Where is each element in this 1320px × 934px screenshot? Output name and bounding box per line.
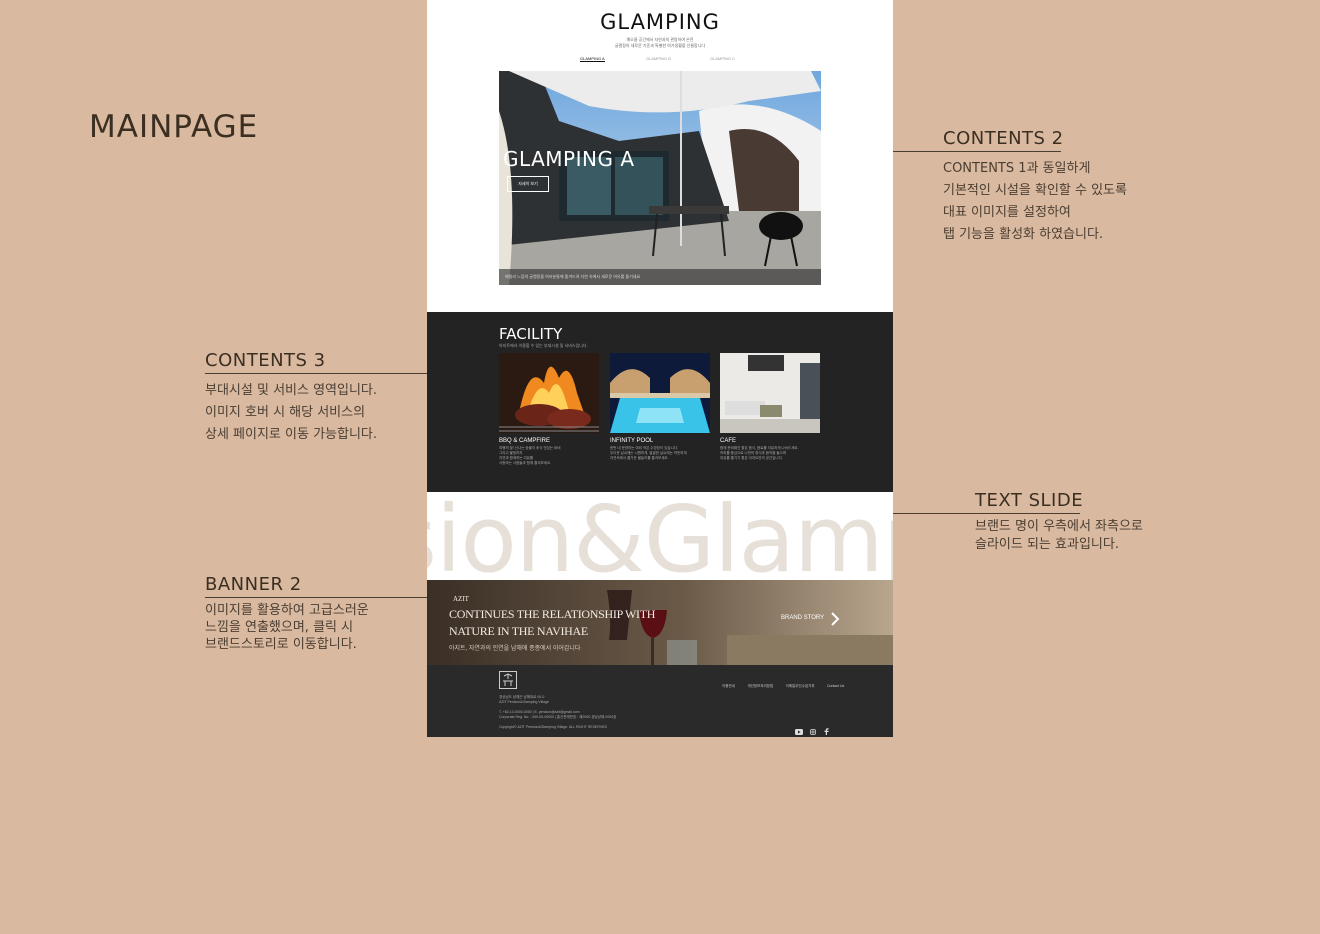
note-title: TEXT SLIDE bbox=[975, 490, 1084, 511]
youtube-icon[interactable] bbox=[795, 722, 803, 737]
facility-title: FACILITY bbox=[499, 325, 563, 343]
card-name: BBQ & CAMPFIRE bbox=[499, 438, 551, 444]
card-desc: 함께 준비돼진 좋은 음식, 음료를 자유하게 나눠드세요. 커피를 중심으로 … bbox=[720, 446, 799, 460]
facility-subtitle: 아지트에서 이용할 수 있는 부대시설 및 서비스입니다. bbox=[499, 343, 588, 348]
note-text-slide: TEXT SLIDE 브랜드 명이 우측에서 좌측으로 슬라이드 되는 효과입니… bbox=[975, 490, 1143, 554]
banner-2-section[interactable]: AZIT CONTINUES THE RELATIONSHIP WITH NAT… bbox=[427, 580, 893, 665]
footer-nav-item[interactable]: 이메일무단수집거부 bbox=[786, 684, 815, 688]
tagline: 해오름 공간에서 자연과의 관람하여 온전 글램핑의 새로운 기준과 특별한 여… bbox=[614, 37, 706, 48]
note-title: CONTENTS 2 bbox=[943, 128, 1064, 149]
text-slide-section: sion&Glamp bbox=[427, 492, 893, 580]
card-name: CAFE bbox=[720, 438, 737, 444]
glamping-tabs: GLAMPING A GLAMPING B GLAMPING C bbox=[562, 56, 762, 64]
hero-image[interactable]: GLAMPING A 자세히 보기 패밀리 느낌의 글램핑을 여러분들께 즐겨드… bbox=[499, 71, 821, 285]
mainpage-mockup: GLAMPING 해오름 공간에서 자연과의 관람하여 온전 글램핑의 새로운 … bbox=[427, 0, 893, 737]
banner-korean-text: 아지트, 자연과의 인연을 남해에 종종에서 이어갑니다 bbox=[449, 646, 581, 652]
connector-line bbox=[205, 373, 427, 374]
note-contents-2: CONTENTS 2 CONTENTS 1과 동일하게 기본적인 시설을 확인할… bbox=[943, 128, 1127, 246]
note-body: 이미지를 활용하여 고급스러운 느낌을 연출했으며, 클릭 시 브랜드스토리로 … bbox=[205, 603, 369, 652]
footer: 경상남도 남해군 남해대로 00-0 AZIT Pension&Glamping… bbox=[427, 665, 893, 737]
card-name: INFINITY POOL bbox=[610, 438, 654, 444]
banner-headline: CONTINUES THE RELATIONSHIP WITH NATURE I… bbox=[449, 607, 656, 638]
footer-logo[interactable] bbox=[499, 671, 517, 689]
footer-nav-item[interactable]: Contact Us bbox=[827, 684, 844, 688]
tab-glamping-c[interactable]: GLAMPING C bbox=[710, 56, 735, 61]
note-contents-3: CONTENTS 3 부대시설 및 서비스 영역입니다. 이미지 호버 시 해당… bbox=[205, 350, 377, 446]
hero-caption: 패밀리 느낌의 글램핑을 여러분들께 즐겨드려 자연 속에서 새로운 여유를 즐… bbox=[499, 269, 821, 285]
footer-nav-item[interactable]: 개인정보처리방침 bbox=[747, 684, 773, 688]
connector-line bbox=[205, 597, 427, 598]
pool-image bbox=[610, 353, 710, 433]
facility-section: FACILITY 아지트에서 이용할 수 있는 부대시설 및 서비스입니다. B… bbox=[427, 312, 893, 492]
note-body: 브랜드 명이 우측에서 좌측으로 슬라이드 되는 효과입니다. bbox=[975, 519, 1143, 552]
social-links bbox=[795, 722, 832, 737]
footer-info: 경상남도 남해군 남해대로 00-0 AZIT Pension&Glamping… bbox=[499, 695, 617, 729]
connector-line bbox=[893, 513, 1080, 514]
note-title: CONTENTS 3 bbox=[205, 350, 326, 371]
facility-card-pool[interactable]: INFINITY POOL 한번 내 문양하는 야외 작은 수영장이 있습니다.… bbox=[610, 353, 710, 461]
page-heading: MAINPAGE bbox=[89, 108, 259, 145]
note-banner-2: BANNER 2 이미지를 활용하여 고급스러운 느낌을 연출했으며, 클릭 시… bbox=[205, 574, 369, 653]
connector-line bbox=[893, 151, 1061, 152]
instagram-icon[interactable] bbox=[810, 722, 817, 737]
facility-card-cafe[interactable]: CAFE 함께 준비돼진 좋은 음식, 음료를 자유하게 나눠드세요. 커피를 … bbox=[720, 353, 820, 461]
footer-nav-item[interactable]: 이용안내 bbox=[722, 684, 735, 688]
cafe-image bbox=[720, 353, 820, 433]
tab-glamping-a[interactable]: GLAMPING A bbox=[580, 56, 605, 62]
facility-card-bbq[interactable]: BBQ & CAMPFIRE 여행의 꽃! 신나는 숯불이 후식 맛있는 바비 … bbox=[499, 353, 599, 466]
logo-mark-icon bbox=[503, 673, 513, 686]
note-body: CONTENTS 1과 동일하게 기본적인 시설을 확인할 수 있도록 대표 이… bbox=[943, 161, 1127, 242]
bbq-image bbox=[499, 353, 599, 433]
brand-story-link[interactable]: BRAND STORY bbox=[781, 615, 824, 621]
banner-small-text: AZIT bbox=[453, 595, 469, 603]
note-title: BANNER 2 bbox=[205, 574, 302, 595]
note-body: 부대시설 및 서비스 영역입니다. 이미지 호버 시 해당 서비스의 상세 페이… bbox=[205, 383, 378, 442]
contents-2-section: GLAMPING 해오름 공간에서 자연과의 관람하여 온전 글램핑의 새로운 … bbox=[427, 0, 893, 312]
hero-title: GLAMPING A bbox=[503, 147, 635, 171]
slide-text: sion&Glamp bbox=[427, 492, 893, 580]
hero-more-button[interactable]: 자세히 보기 bbox=[507, 176, 549, 192]
brand-logo[interactable]: GLAMPING bbox=[427, 10, 893, 34]
card-desc: 한번 내 문양하는 야외 작은 수영장이 있습니다. 무더운 날씨에는 시원하게… bbox=[610, 446, 687, 460]
tab-glamping-b[interactable]: GLAMPING B bbox=[646, 56, 671, 61]
chevron-right-icon[interactable] bbox=[829, 611, 841, 627]
facebook-icon[interactable] bbox=[824, 722, 829, 737]
card-desc: 여행의 꽃! 신나는 숯불이 후식 맛있는 바비 그리고 불멍까지 자연과 함께… bbox=[499, 446, 561, 465]
footer-nav: 이용안내 개인정보처리방침 이메일무단수집거부 Contact Us bbox=[722, 674, 852, 692]
